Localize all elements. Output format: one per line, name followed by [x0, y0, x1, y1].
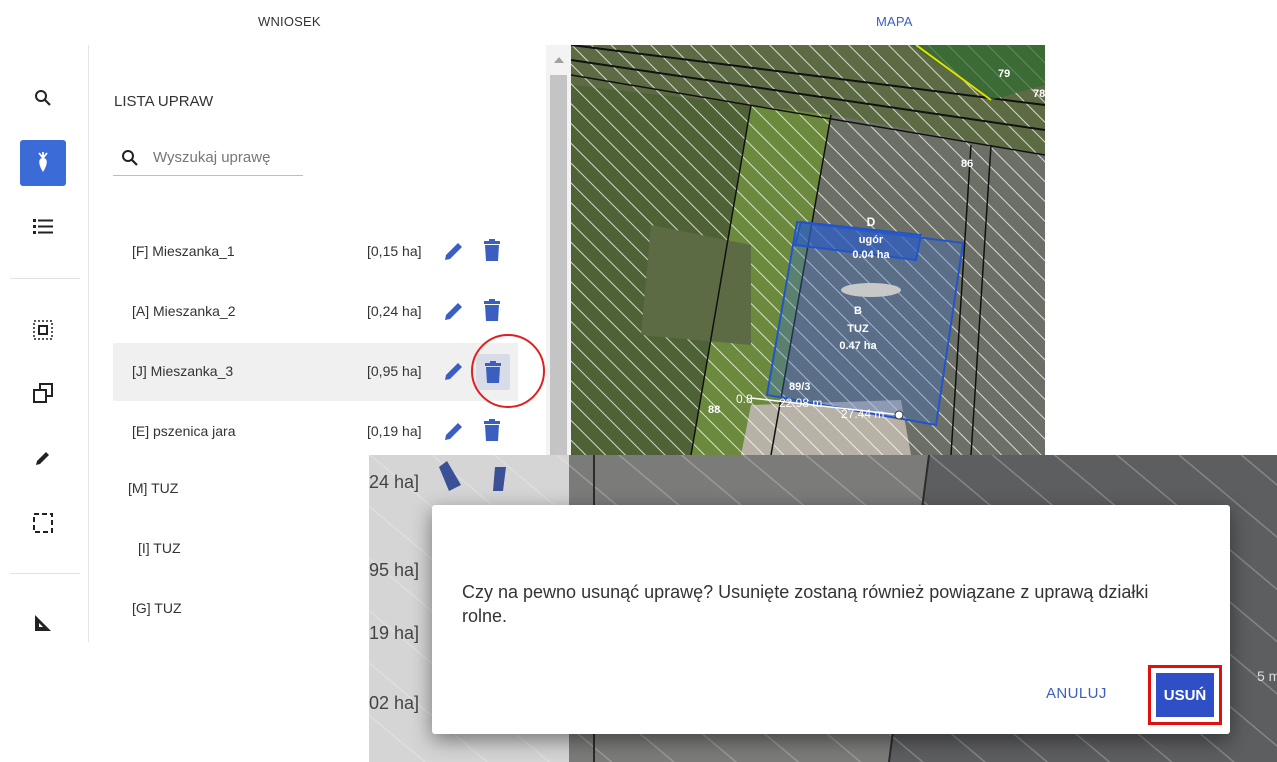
- crop-name: [E] pszenica jara: [132, 423, 236, 439]
- map-label-area-b: 0.47 ha: [839, 340, 877, 352]
- crop-area: [0,19 ha]: [367, 423, 422, 439]
- confirm-dialog: Czy na pewno usunąć uprawę? Usunięte zos…: [432, 505, 1230, 734]
- dialog-message: Czy na pewno usunąć uprawę? Usunięte zos…: [462, 582, 1149, 626]
- delete-button-highlight: USUŃ: [1148, 665, 1222, 725]
- map-measure-right: 5 m: [1257, 668, 1277, 684]
- list-tool-button[interactable]: [20, 203, 66, 249]
- list-item[interactable]: [A] Mieszanka_2 [0,24 ha]: [113, 283, 518, 341]
- dimmed-area-3: 19 ha]: [369, 623, 419, 643]
- pencil-icon[interactable]: [443, 240, 465, 262]
- tab-wniosek[interactable]: WNIOSEK: [258, 14, 321, 29]
- dimmed-area-4: 02 ha]: [369, 693, 419, 713]
- scroll-up-arrow[interactable]: [554, 57, 564, 63]
- crop-icon: [38, 152, 48, 172]
- map-label-parcel-86: 86: [961, 158, 973, 170]
- search-tool-button[interactable]: [20, 75, 66, 121]
- pencil-icon[interactable]: [443, 360, 465, 382]
- crop-name: [M] TUZ: [128, 480, 179, 496]
- scrollbar[interactable]: [546, 45, 571, 455]
- map-label-ugor: ugór: [859, 234, 884, 246]
- trash-icon[interactable]: [484, 419, 500, 441]
- search-icon: [122, 150, 138, 166]
- list-item-selected[interactable]: [J] Mieszanka_3 [0,95 ha]: [113, 343, 518, 401]
- map-measure-prefix: 0.8: [736, 392, 753, 406]
- pencil-icon[interactable]: [443, 420, 465, 442]
- dimmed-area-1: 24 ha]: [369, 472, 419, 492]
- search-icon: [35, 90, 51, 106]
- dimmed-area-2: 95 ha]: [369, 560, 419, 580]
- select-area-tool-button[interactable]: [20, 307, 66, 353]
- trash-icon[interactable]: [484, 239, 500, 261]
- search-input[interactable]: Wyszukaj uprawę: [113, 141, 303, 176]
- list-icon: [33, 219, 53, 234]
- list-item[interactable]: [E] pszenica jara [0,19 ha]: [113, 403, 518, 461]
- crop-name: [A] Mieszanka_2: [132, 303, 236, 319]
- crop-name: [J] Mieszanka_3: [132, 363, 234, 379]
- draw-tool-button[interactable]: [20, 435, 66, 481]
- map-label-area-d: 0.04 ha: [852, 249, 890, 261]
- map-label-parcel-78: 78: [1033, 88, 1045, 100]
- left-toolbar: [0, 45, 88, 642]
- highlight-circle: [471, 334, 545, 408]
- selection-tool-button[interactable]: [20, 500, 66, 546]
- trash-icon[interactable]: [484, 299, 500, 321]
- map-label-parcel-79: 79: [998, 68, 1010, 80]
- tab-mapa[interactable]: MAPA: [876, 14, 913, 29]
- crop-name: [G] TUZ: [132, 600, 182, 616]
- pencil-icon[interactable]: [443, 300, 465, 322]
- selection-icon: [33, 513, 53, 533]
- map-label-d: D: [867, 215, 876, 229]
- map-measure-2: 27.44 m: [841, 407, 884, 421]
- list-item[interactable]: [F] Mieszanka_1 [0,15 ha]: [113, 223, 518, 281]
- crop-area: [0,24 ha]: [367, 303, 422, 319]
- measure-icon: [35, 615, 51, 631]
- pencil-icon: [36, 452, 49, 465]
- confirm-delete-button[interactable]: USUŃ: [1156, 673, 1214, 717]
- map-measure-1: 22.98 m: [779, 396, 822, 410]
- search-placeholder: Wyszukaj uprawę: [153, 149, 271, 166]
- scroll-thumb[interactable]: [550, 75, 567, 455]
- map-label-parcel-89-3: 89/3: [789, 381, 810, 393]
- panel-title: LISTA UPRAW: [114, 93, 214, 110]
- copy-tool-button[interactable]: [20, 370, 66, 416]
- crop-area: [0,95 ha]: [367, 363, 422, 379]
- map-label-tuz: TUZ: [847, 323, 869, 335]
- copy-icon: [33, 383, 53, 403]
- crop-name: [F] Mieszanka_1: [132, 243, 235, 259]
- map-label-b: B: [854, 305, 862, 317]
- map-label-parcel-88: 88: [708, 404, 720, 416]
- select-area-icon: [33, 320, 53, 340]
- cancel-button[interactable]: ANULUJ: [1046, 685, 1107, 702]
- crop-name: [I] TUZ: [138, 540, 181, 556]
- crop-area: [0,15 ha]: [367, 243, 422, 259]
- measure-tool-button[interactable]: [20, 600, 66, 646]
- map-view[interactable]: D ugór 0.04 ha B TUZ 0.47 ha 86 88 89/3 …: [571, 45, 1045, 455]
- crops-tool-button[interactable]: [20, 140, 66, 186]
